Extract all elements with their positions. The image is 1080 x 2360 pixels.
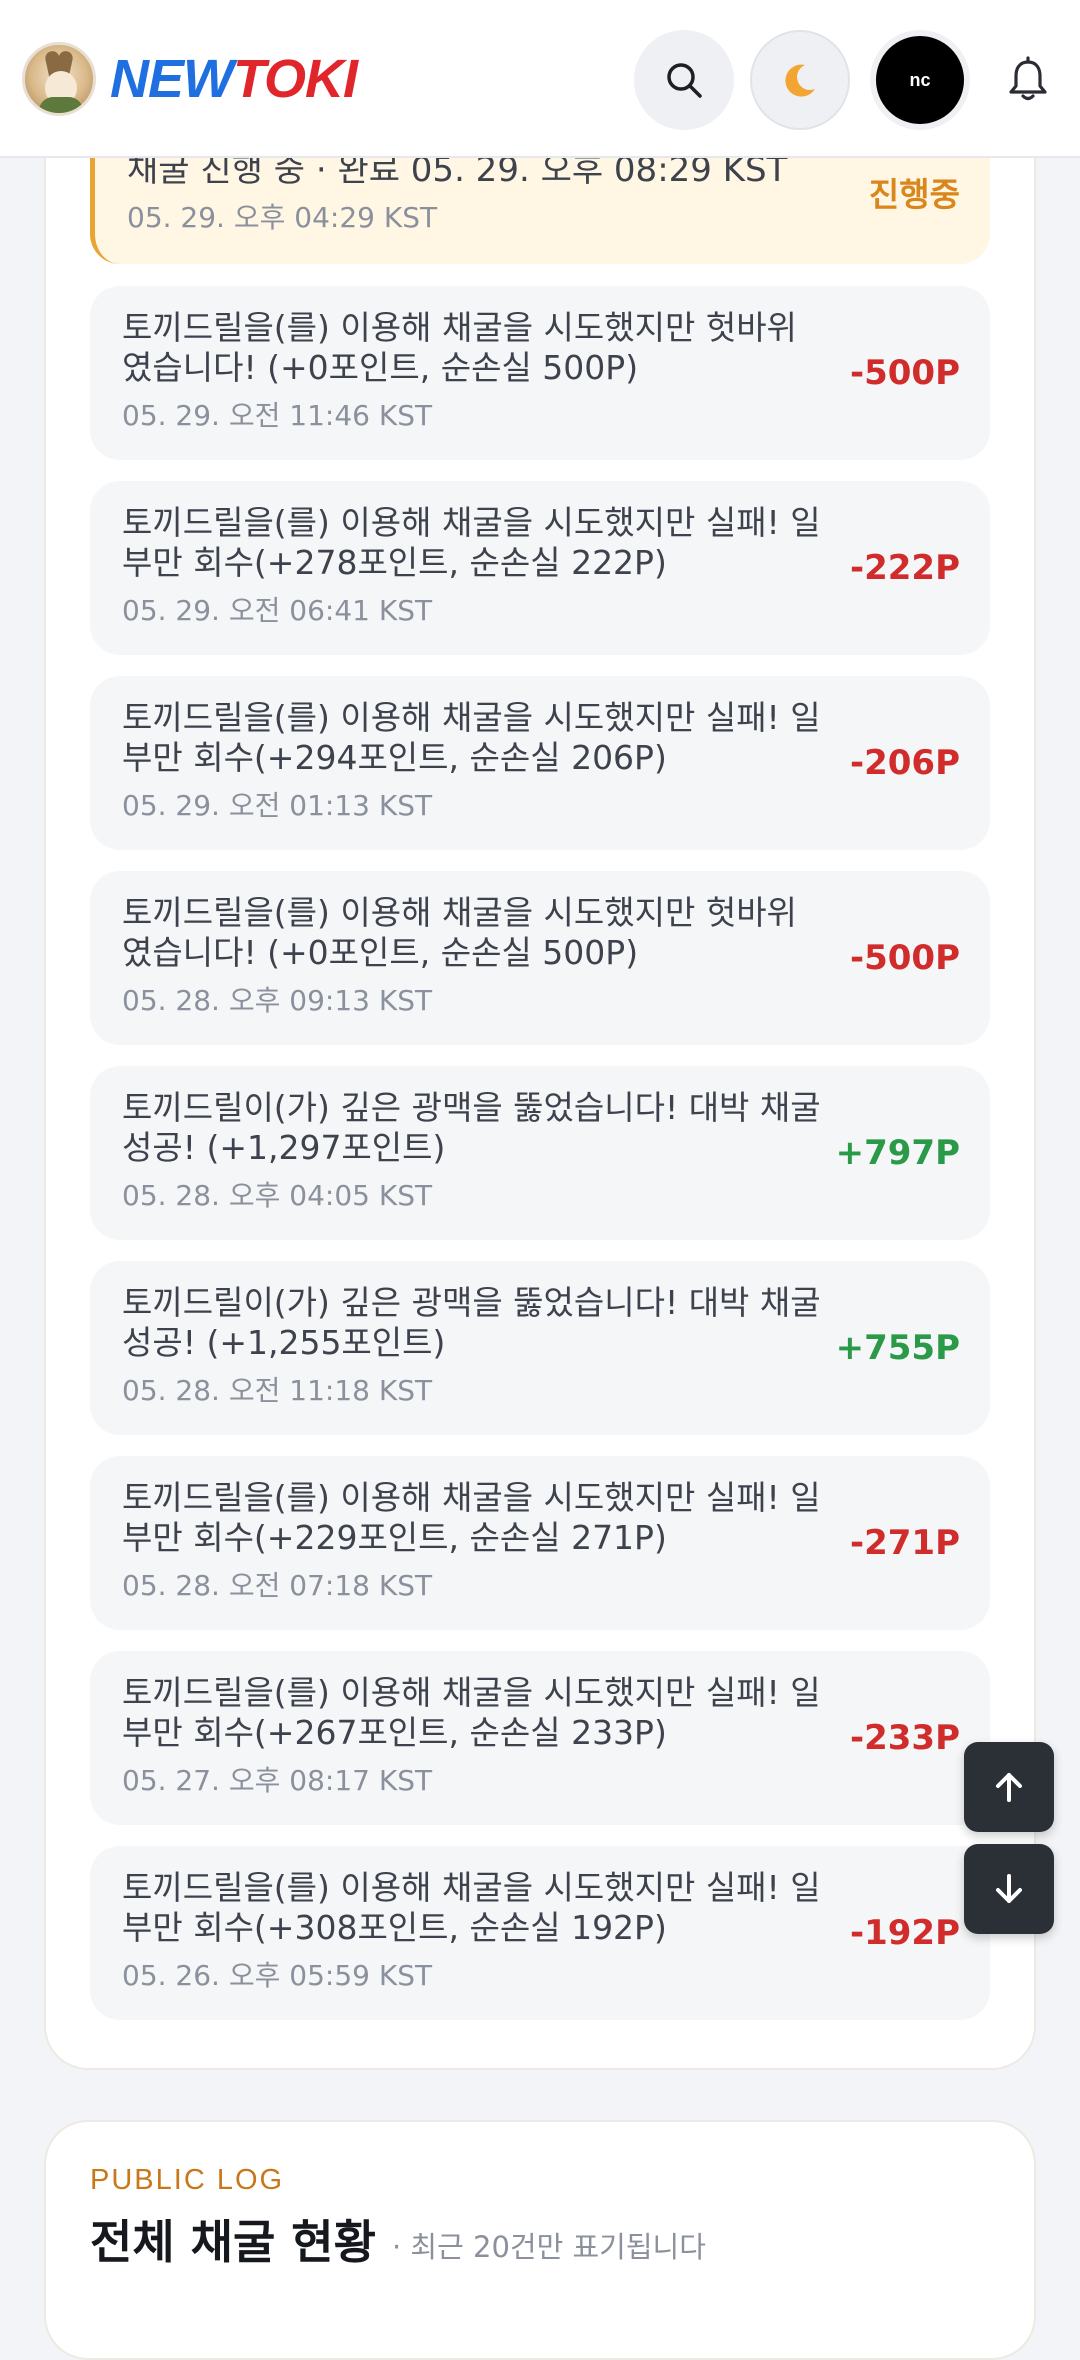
top-header: NEWTOKI nc	[0, 0, 1080, 158]
log-item-amount: -271P	[849, 1523, 960, 1563]
log-item-text: 토끼드릴을(를) 이용해 채굴을 시도했지만 실패! 일부만 회수(+229포인…	[122, 1478, 821, 1557]
logo-wordmark: NEWTOKI	[110, 48, 358, 110]
log-item-date: 05. 29. 오전 06:41 KST	[122, 594, 433, 627]
notifications-button[interactable]	[978, 30, 1078, 130]
log-item-text: 토끼드릴이(가) 깊은 광맥을 뚫었습니다! 대박 채굴 성공! (+1,255…	[122, 1283, 821, 1362]
bell-icon	[1009, 56, 1047, 101]
log-item: 토끼드릴을(를) 이용해 채굴을 시도했지만 실패! 일부만 회수(+294포인…	[90, 676, 990, 850]
log-item-text: 토끼드릴을(를) 이용해 채굴을 시도했지만 헛바위였습니다! (+0포인트, …	[122, 893, 797, 972]
log-item-text: 토끼드릴을(를) 이용해 채굴을 시도했지만 실패! 일부만 회수(+267포인…	[122, 1673, 821, 1752]
log-item-date: 05. 27. 오후 08:17 KST	[122, 1764, 433, 1797]
log-item: 토끼드릴이(가) 깊은 광맥을 뚫었습니다! 대박 채굴 성공! (+1,297…	[90, 1066, 990, 1240]
logo-toki: TOKI	[232, 49, 358, 109]
search-button[interactable]	[634, 30, 734, 130]
log-item: 토끼드릴이(가) 깊은 광맥을 뚫었습니다! 대박 채굴 성공! (+1,255…	[90, 1261, 990, 1435]
log-item-amount: -206P	[849, 743, 960, 783]
log-item-date: 05. 29. 오전 11:46 KST	[122, 399, 433, 432]
arrow-up-icon	[996, 1773, 1022, 1802]
log-item-text: 토끼드릴이(가) 깊은 광맥을 뚫었습니다! 대박 채굴 성공! (+1,297…	[122, 1088, 821, 1167]
log-item-amount: -500P	[849, 353, 960, 393]
log-item-text: 토끼드릴을(를) 이용해 채굴을 시도했지만 실패! 일부만 회수(+294포인…	[122, 698, 821, 777]
log-item-date: 05. 28. 오전 11:18 KST	[122, 1374, 433, 1407]
log-item-text: 토끼드릴을(를) 이용해 채굴을 시도했지만 헛바위였습니다! (+0포인트, …	[122, 308, 797, 387]
log-item-text: 토끼드릴을(를) 이용해 채굴을 시도했지만 실패! 일부만 회수(+278포인…	[122, 503, 821, 582]
moon-icon	[785, 64, 815, 97]
site-logo[interactable]: NEWTOKI	[22, 40, 358, 118]
log-item: 토끼드릴을(를) 이용해 채굴을 시도했지만 헛바위였습니다! (+0포인트, …	[90, 871, 990, 1045]
logo-mascot-icon	[22, 42, 96, 116]
log-item: 토끼드릴을(를) 이용해 채굴을 시도했지만 헛바위였습니다! (+0포인트, …	[90, 286, 990, 460]
progress-status-badge: 진행중	[868, 175, 960, 214]
arrow-down-icon	[996, 1874, 1022, 1903]
nc-avatar-label: nc	[909, 69, 931, 90]
log-item-date: 05. 28. 오전 07:18 KST	[122, 1569, 433, 1602]
logo-new: NEW	[110, 49, 234, 109]
scroll-bottom-button[interactable]	[964, 1844, 1054, 1934]
theme-toggle-button[interactable]	[750, 30, 850, 130]
search-icon	[667, 63, 702, 98]
log-item: 토끼드릴을(를) 이용해 채굴을 시도했지만 실패! 일부만 회수(+308포인…	[90, 1846, 990, 2020]
public-log-subtitle: · 최근 20건만 표기됩니다	[392, 2230, 706, 2264]
log-item-amount: +755P	[835, 1328, 960, 1368]
public-log-title: 전체 채굴 현황	[90, 2215, 376, 2269]
scroll-top-button[interactable]	[964, 1742, 1054, 1832]
log-item-text: 토끼드릴을(를) 이용해 채굴을 시도했지만 실패! 일부만 회수(+308포인…	[122, 1868, 821, 1947]
log-item: 토끼드릴을(를) 이용해 채굴을 시도했지만 실패! 일부만 회수(+278포인…	[90, 481, 990, 655]
progress-date: 05. 29. 오후 04:29 KST	[127, 201, 438, 234]
log-item-amount: +797P	[835, 1133, 960, 1173]
log-item-amount: -233P	[849, 1718, 960, 1758]
public-log-tag: PUBLIC LOG	[90, 2164, 285, 2196]
log-item-amount: -192P	[849, 1913, 960, 1953]
log-item-date: 05. 29. 오전 01:13 KST	[122, 789, 433, 822]
log-item-date: 05. 26. 오후 05:59 KST	[122, 1959, 433, 1992]
log-item-date: 05. 28. 오후 09:13 KST	[122, 984, 433, 1017]
log-item: 토끼드릴을(를) 이용해 채굴을 시도했지만 실패! 일부만 회수(+229포인…	[90, 1456, 990, 1630]
log-item-amount: -222P	[849, 548, 960, 588]
profile-avatar-button[interactable]: nc	[870, 30, 970, 130]
log-item-date: 05. 28. 오후 04:05 KST	[122, 1179, 433, 1212]
log-item: 토끼드릴을(를) 이용해 채굴을 시도했지만 실패! 일부만 회수(+267포인…	[90, 1651, 990, 1825]
log-item-amount: -500P	[849, 938, 960, 978]
